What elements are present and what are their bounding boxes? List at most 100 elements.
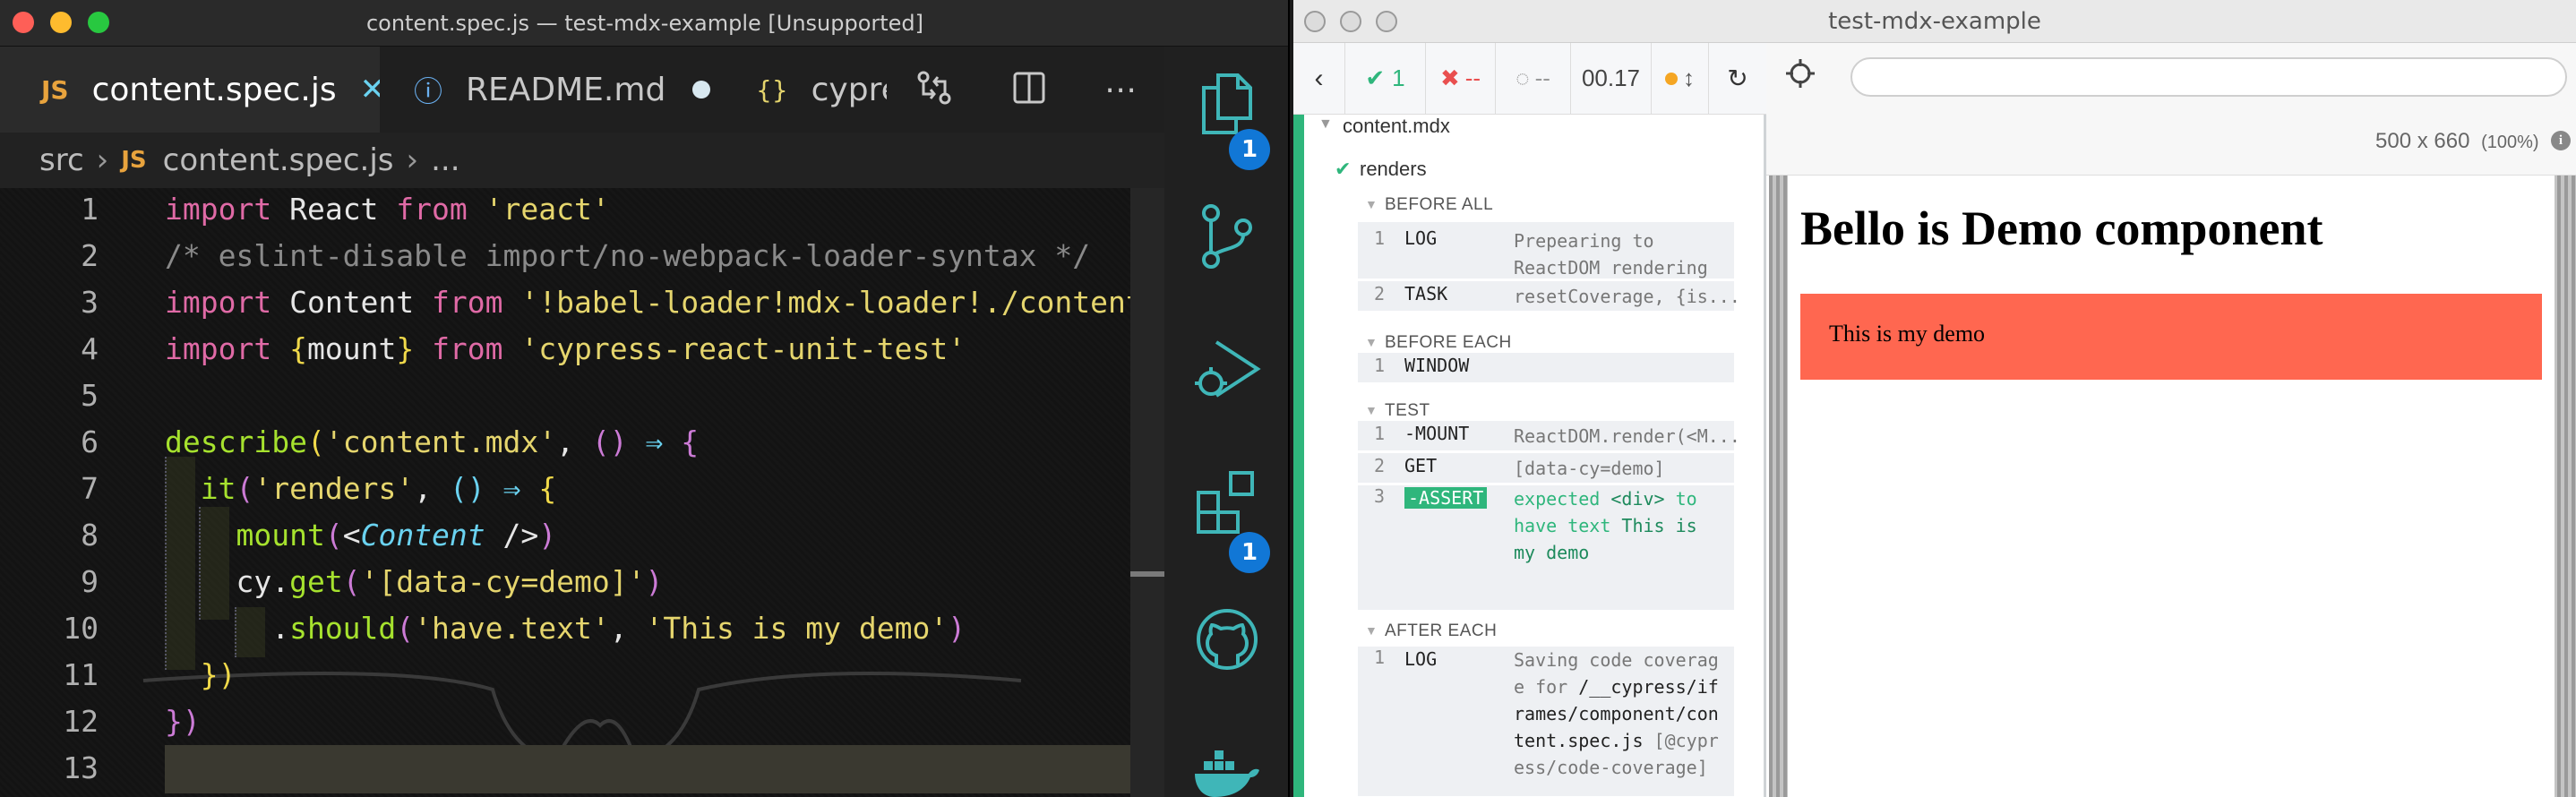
editor-scrollbar[interactable] xyxy=(1130,188,1164,797)
chevron-right-icon: › xyxy=(96,142,109,178)
code-line: import Content from '!babel-loader!mdx-l… xyxy=(165,285,1164,320)
code-line: }) xyxy=(165,704,201,739)
auto-scroll-toggle[interactable]: ↕ xyxy=(1652,42,1709,115)
code-line: }) xyxy=(200,657,236,692)
compare-changes-icon[interactable] xyxy=(914,68,954,111)
cypress-titlebar: test-mdx-example xyxy=(1293,0,2576,43)
command-row[interactable]: 1 WINDOW xyxy=(1358,353,1734,383)
passed-count: ✔ 1 xyxy=(1345,42,1426,115)
breadcrumb-file[interactable]: content.spec.js xyxy=(163,142,394,178)
current-line-highlight xyxy=(165,745,1164,793)
pending-value: -- xyxy=(1534,64,1550,91)
code-editor[interactable]: 1 2 3 4 5 6 7 8 9 10 11 12 13 import Rea… xyxy=(0,188,1164,797)
info-icon[interactable]: i xyxy=(2551,131,2571,150)
reporter-header: ‹ ✔ 1 ✖ -- ◌ -- 00.17 ↕ ↻ xyxy=(1293,42,1766,115)
collapse-caret-icon[interactable]: ▼ xyxy=(1365,623,1378,638)
line-number: 4 xyxy=(81,331,99,366)
collapse-caret-icon[interactable]: ▼ xyxy=(1365,403,1378,417)
tab-cypress[interactable]: {} cypress xyxy=(724,47,903,133)
viewport-dimensions: 500 x 660 xyxy=(2375,129,2470,153)
assert-text: expected xyxy=(1514,488,1611,510)
tab-content-spec[interactable]: JS content.spec.js ✕ xyxy=(0,47,380,133)
assert-badge: -ASSERT xyxy=(1404,487,1488,509)
line-number: 12 xyxy=(63,704,99,739)
command-row[interactable]: 1 -MOUNT ReactDOM.render(<M... xyxy=(1358,421,1740,451)
hook-before-all[interactable]: BEFORE ALL xyxy=(1385,195,1493,215)
hook-before-each[interactable]: BEFORE EACH xyxy=(1385,333,1512,353)
breadcrumb-more[interactable]: ... xyxy=(431,142,459,178)
javascript-icon: JS xyxy=(121,147,147,174)
command-name: -MOUNT xyxy=(1404,423,1470,444)
command-row[interactable]: 1 LOG Prepearing to ReactDOM rendering xyxy=(1358,222,1734,279)
collapse-caret-icon[interactable]: ▼ xyxy=(1318,116,1333,133)
code-line: mount(<Content />) xyxy=(236,518,557,553)
close-tab-icon[interactable]: ✕ xyxy=(360,72,380,107)
line-number: 13 xyxy=(63,750,99,785)
cypress-title-text: test-mdx-example xyxy=(1828,8,2041,35)
collapse-caret-icon[interactable]: ▼ xyxy=(1365,335,1378,349)
code-line: .should('have.text', 'This is my demo') xyxy=(165,611,966,646)
source-control-icon[interactable] xyxy=(1191,201,1263,272)
code-line: describe('content.mdx', () ⇒ { xyxy=(165,424,700,459)
rerun-button[interactable]: ↻ xyxy=(1709,43,1766,115)
command-number: 1 xyxy=(1374,647,1386,668)
tab-label: content.spec.js xyxy=(91,71,337,108)
line-number: 3 xyxy=(81,285,99,320)
breadcrumb-folder[interactable]: src xyxy=(39,142,84,178)
scrollbar-thumb[interactable] xyxy=(1130,571,1164,577)
spec-title[interactable]: content.mdx xyxy=(1343,115,1450,138)
command-number: 2 xyxy=(1374,455,1386,476)
split-editor-icon[interactable] xyxy=(1009,68,1049,111)
close-window-button[interactable] xyxy=(13,12,34,33)
selector-playground-icon[interactable] xyxy=(1784,57,1816,93)
pending-circle-icon: ◌ xyxy=(1516,64,1530,91)
code-line: it('renders', () ⇒ { xyxy=(200,471,557,506)
chevron-left-icon: ‹ xyxy=(1314,63,1324,93)
maximize-window-button[interactable] xyxy=(1376,11,1397,32)
editor-actions: ⋯ xyxy=(887,47,1164,133)
command-number: 1 xyxy=(1374,423,1386,444)
code-line: import React from 'react' xyxy=(165,192,610,227)
more-actions-icon[interactable]: ⋯ xyxy=(1104,72,1137,108)
line-number: 6 xyxy=(81,424,99,459)
collapse-caret-icon[interactable]: ▼ xyxy=(1365,197,1378,211)
command-row[interactable]: 3 -ASSERT expected <div> to have text Th… xyxy=(1358,485,1734,611)
hook-test[interactable]: TEST xyxy=(1385,401,1430,421)
command-name: GET xyxy=(1404,455,1438,476)
line-number: 1 xyxy=(81,192,99,227)
tab-readme[interactable]: ⓘ README.md xyxy=(383,47,720,133)
command-row[interactable]: 1 LOG Saving code coverage for /__cypres… xyxy=(1358,647,1734,797)
pending-count: ◌ -- xyxy=(1496,42,1571,115)
back-button[interactable]: ‹ xyxy=(1293,42,1345,115)
url-bar[interactable] xyxy=(1850,57,2567,97)
docker-icon[interactable] xyxy=(1191,745,1263,797)
close-window-button[interactable] xyxy=(1304,11,1326,32)
code-line: /* eslint-disable import/no-webpack-load… xyxy=(165,238,1091,273)
command-row[interactable]: 2 TASK resetCoverage, {is... xyxy=(1358,281,1740,312)
command-message: Prepearing to ReactDOM rendering xyxy=(1514,230,1708,279)
hook-after-each[interactable]: AFTER EACH xyxy=(1385,621,1497,641)
command-message: [data-cy=demo] xyxy=(1514,458,1665,479)
github-icon[interactable] xyxy=(1191,604,1263,675)
test-title[interactable]: renders xyxy=(1360,158,1427,181)
command-number: 1 xyxy=(1374,227,1386,249)
run-debug-icon[interactable] xyxy=(1191,333,1263,405)
runnable-status-strip xyxy=(1293,115,1304,797)
command-name: LOG xyxy=(1404,648,1438,670)
maximize-window-button[interactable] xyxy=(88,12,109,33)
code-line: cy.get('[data-cy=demo]') xyxy=(165,564,664,599)
command-row[interactable]: 2 GET [data-cy=demo] xyxy=(1358,453,1734,484)
line-number: 5 xyxy=(81,378,99,413)
demo-box: This is my demo xyxy=(1800,294,2542,380)
vscode-titlebar: content.spec.js — test-mdx-example [Unsu… xyxy=(0,0,1288,47)
minimize-window-button[interactable] xyxy=(1340,11,1361,32)
explorer-badge: 1 xyxy=(1229,129,1270,170)
assert-subject: <div> xyxy=(1610,488,1665,510)
json-icon: {} xyxy=(756,74,788,105)
extensions-icon[interactable] xyxy=(1191,466,1263,537)
pass-check-icon: ✔ xyxy=(1335,158,1352,180)
viewport-size: 500 x 660 (100%) xyxy=(2375,129,2539,154)
extensions-badge: 1 xyxy=(1229,532,1270,573)
command-message: ReactDOM.render(<M... xyxy=(1514,425,1740,447)
minimize-window-button[interactable] xyxy=(50,12,72,33)
